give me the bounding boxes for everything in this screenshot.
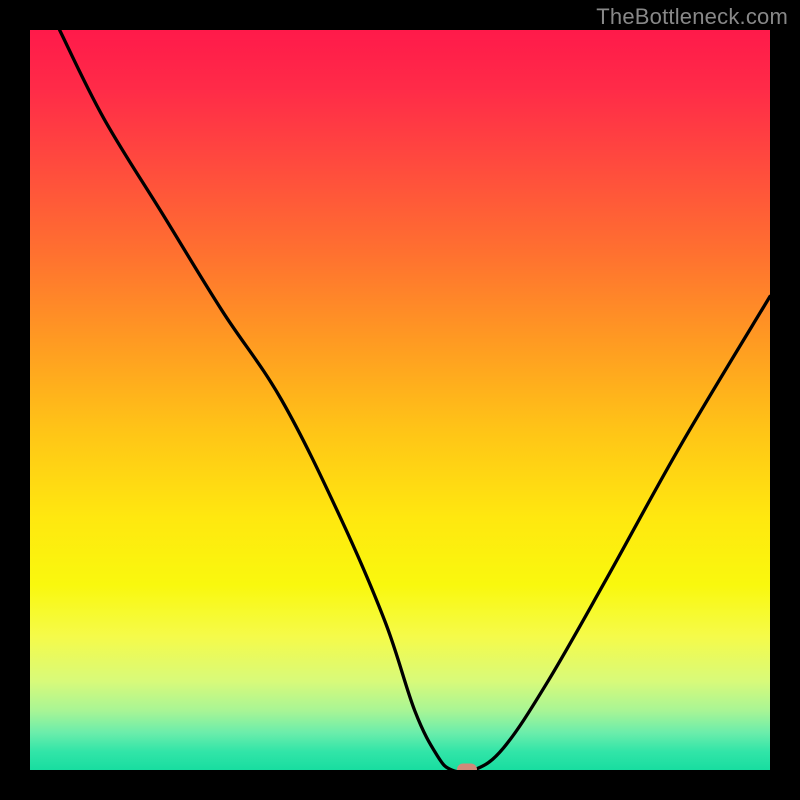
curve-path	[60, 30, 770, 770]
chart-plot-area	[30, 30, 770, 770]
optimum-marker	[457, 764, 477, 771]
bottleneck-curve	[30, 30, 770, 770]
watermark-text: TheBottleneck.com	[596, 4, 788, 30]
